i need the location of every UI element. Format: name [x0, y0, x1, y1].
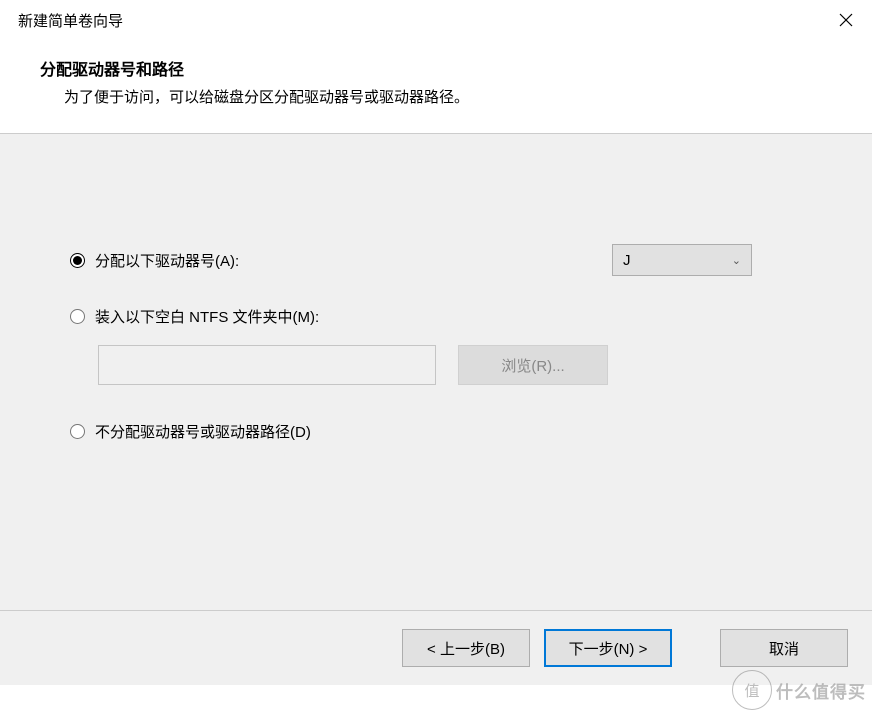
radio-mount-folder[interactable] [70, 309, 85, 324]
drive-letter-dropdown[interactable]: J ⌄ [612, 244, 752, 276]
close-button[interactable] [834, 8, 858, 32]
mount-path-row: 浏览(R)... [98, 345, 802, 385]
back-button[interactable]: < 上一步(B) [402, 629, 530, 667]
window-title: 新建简单卷向导 [18, 10, 123, 31]
radio-assign-letter[interactable] [70, 253, 85, 268]
content-area: 分配以下驱动器号(A): J ⌄ 装入以下空白 NTFS 文件夹中(M): 浏览… [0, 134, 872, 610]
radio-no-assign-label[interactable]: 不分配驱动器号或驱动器路径(D) [95, 421, 311, 442]
browse-button: 浏览(R)... [458, 345, 608, 385]
option-no-assign-row: 不分配驱动器号或驱动器路径(D) [70, 421, 802, 442]
titlebar: 新建简单卷向导 [0, 0, 872, 40]
cancel-button[interactable]: 取消 [720, 629, 848, 667]
radio-assign-letter-label[interactable]: 分配以下驱动器号(A): [95, 250, 239, 271]
radio-mount-folder-label[interactable]: 装入以下空白 NTFS 文件夹中(M): [95, 306, 319, 327]
drive-letter-value: J [623, 252, 631, 269]
wizard-header: 分配驱动器号和路径 为了便于访问，可以给磁盘分区分配驱动器号或驱动器路径。 [0, 40, 872, 133]
next-button[interactable]: 下一步(N) > [544, 629, 672, 667]
option-assign-letter-row: 分配以下驱动器号(A): J ⌄ [70, 244, 802, 276]
chevron-down-icon: ⌄ [732, 254, 741, 267]
page-subtitle: 为了便于访问，可以给磁盘分区分配驱动器号或驱动器路径。 [64, 86, 832, 107]
close-icon [839, 13, 853, 27]
option-mount-folder-row: 装入以下空白 NTFS 文件夹中(M): [70, 306, 802, 327]
page-title: 分配驱动器号和路径 [40, 56, 832, 80]
mount-path-input [98, 345, 436, 385]
footer: < 上一步(B) 下一步(N) > 取消 [0, 611, 872, 685]
radio-no-assign[interactable] [70, 424, 85, 439]
